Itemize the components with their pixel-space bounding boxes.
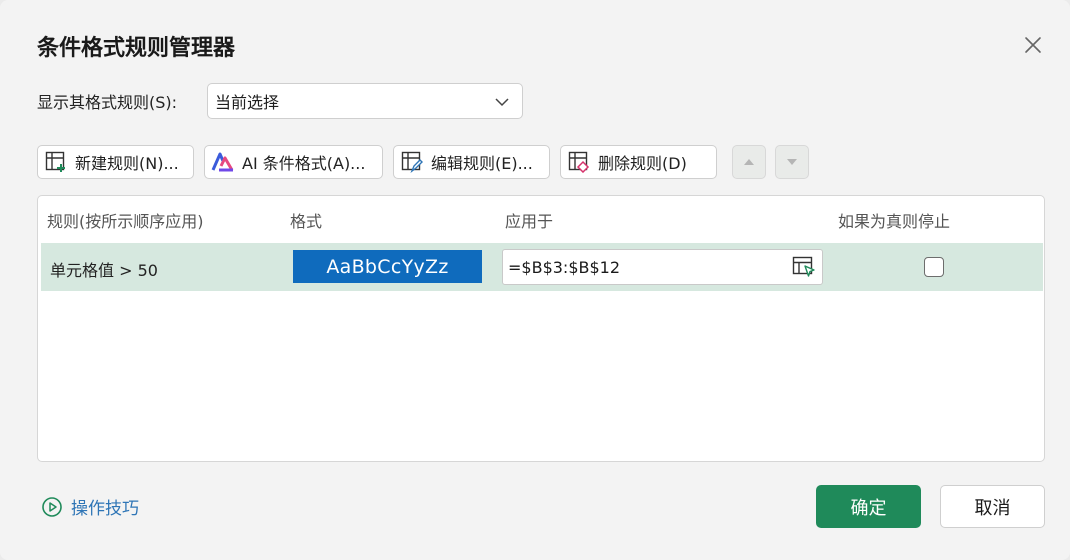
show-rules-selected-value: 当前选择 <box>215 93 280 112</box>
triangle-down-icon <box>787 159 797 165</box>
stop-if-true-checkbox[interactable] <box>924 257 944 277</box>
ai-conditional-format-button[interactable]: AI 条件格式(A)... <box>204 145 383 179</box>
cancel-button[interactable]: 取消 <box>940 485 1045 528</box>
delete-rule-icon <box>567 150 591 174</box>
applies-to-value: =$B$3:$B$12 <box>508 257 621 277</box>
new-rule-button[interactable]: 新建规则(N)... <box>37 145 194 179</box>
applies-to-field[interactable]: =$B$3:$B$12 <box>502 249 823 285</box>
tips-label: 操作技巧 <box>71 499 139 519</box>
show-rules-label: 显示其格式规则(S): <box>37 93 178 112</box>
rule-condition: 单元格值 > 50 <box>50 261 158 280</box>
show-rules-row: 显示其格式规则(S): <box>37 84 177 118</box>
delete-rule-label: 删除规则(D) <box>598 154 687 173</box>
chevron-down-icon <box>495 98 509 107</box>
close-icon <box>1025 37 1041 53</box>
header-applies-to: 应用于 <box>505 212 554 231</box>
ok-button[interactable]: 确定 <box>816 485 921 528</box>
header-rule: 规则(按所示顺序应用) <box>47 212 204 231</box>
new-rule-icon <box>44 150 68 174</box>
tips-link[interactable]: 操作技巧 <box>41 494 139 519</box>
header-format: 格式 <box>290 212 323 231</box>
move-down-button[interactable] <box>775 145 809 179</box>
range-select-button[interactable] <box>792 256 816 282</box>
ai-icon <box>211 150 235 174</box>
delete-rule-button[interactable]: 删除规则(D) <box>560 145 717 179</box>
play-circle-icon <box>41 496 63 518</box>
range-select-icon <box>792 256 815 277</box>
header-stop-if-true: 如果为真则停止 <box>838 212 951 231</box>
table-row[interactable]: 单元格值 > 50 AaBbCcYyZz =$B$3:$B$12 <box>41 243 1043 291</box>
close-button[interactable] <box>1018 30 1048 60</box>
edit-rule-button[interactable]: 编辑规则(E)... <box>393 145 550 179</box>
move-up-button[interactable] <box>732 145 766 179</box>
show-rules-select[interactable]: 当前选择 <box>207 83 523 119</box>
format-preview: AaBbCcYyZz <box>293 250 482 283</box>
edit-rule-label: 编辑规则(E)... <box>431 154 533 173</box>
conditional-formatting-rules-manager-dialog: 条件格式规则管理器 显示其格式规则(S): 当前选择 新建规则(N)... AI… <box>0 0 1070 560</box>
ai-conditional-format-label: AI 条件格式(A)... <box>242 154 366 173</box>
rules-table: 规则(按所示顺序应用) 格式 应用于 如果为真则停止 单元格值 > 50 AaB… <box>37 195 1045 462</box>
triangle-up-icon <box>744 159 754 165</box>
new-rule-label: 新建规则(N)... <box>75 154 179 173</box>
dialog-title: 条件格式规则管理器 <box>37 36 236 61</box>
edit-rule-icon <box>400 150 424 174</box>
